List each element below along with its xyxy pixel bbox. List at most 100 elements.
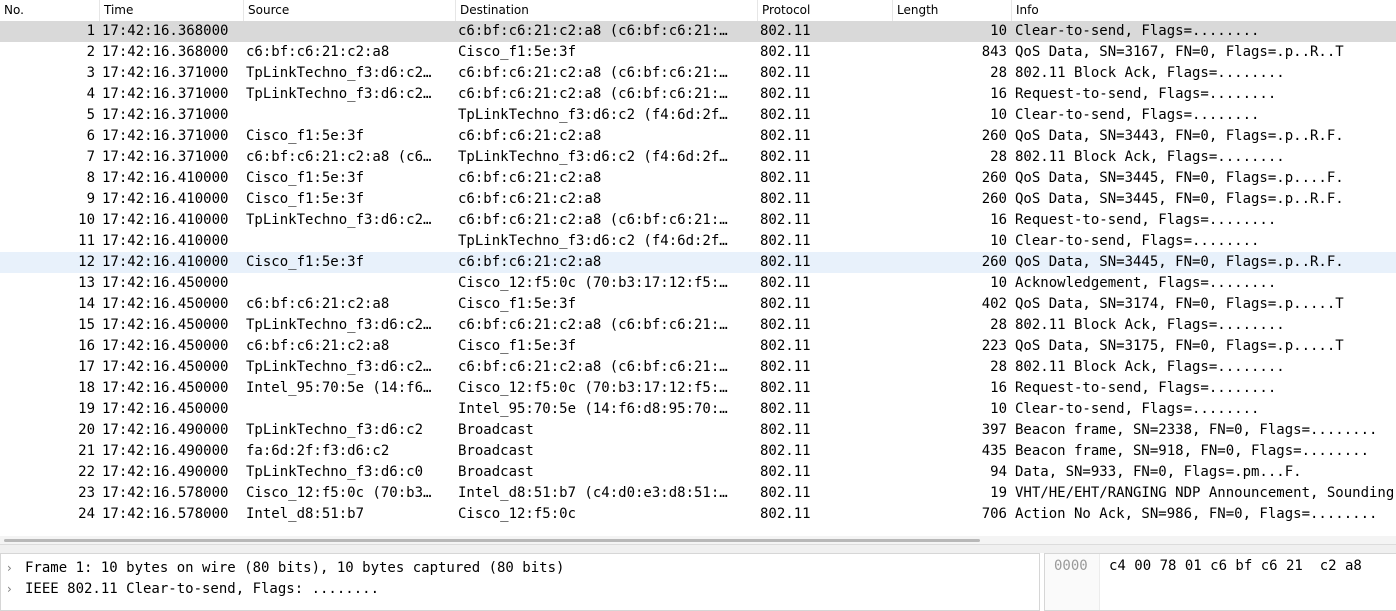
table-row[interactable]: 6 17:42:16.371000 Cisco_f1:5e:3f c6:bf:c6:2… bbox=[0, 126, 1396, 147]
table-row[interactable]: 24 17:42:16.578000 Intel_d8:51:b7 Cisco_12:… bbox=[0, 504, 1396, 525]
detail-row-frame[interactable]: › Frame 1: 10 bytes on wire (80 bits), 1… bbox=[1, 558, 1031, 579]
packet-bytes-pane[interactable]: 0000 c4 00 78 01 c6 bf c6 21 c2 a8 bbox=[1044, 553, 1396, 611]
column-header-time[interactable]: Time bbox=[100, 0, 244, 21]
cell-info: Clear-to-send, Flags=........ bbox=[1015, 401, 1260, 417]
cell-time: 17:42:16.450000 bbox=[102, 296, 229, 312]
table-row[interactable]: 4 17:42:16.371000 TpLinkTechno_f3:d6:c2… c6… bbox=[0, 84, 1396, 105]
pane-splitter[interactable] bbox=[0, 544, 1396, 553]
table-row[interactable]: 15 17:42:16.450000 TpLinkTechno_f3:d6:c2… c… bbox=[0, 315, 1396, 336]
cell-dst: c6:bf:c6:21:c2:a8 bbox=[458, 128, 602, 144]
cell-time: 17:42:16.450000 bbox=[102, 317, 229, 333]
packet-details-pane[interactable]: › Frame 1: 10 bytes on wire (80 bits), 1… bbox=[0, 553, 1040, 611]
cell-src: c6:bf:c6:21:c2:a8 (c6… bbox=[246, 149, 432, 165]
cell-time: 17:42:16.371000 bbox=[102, 107, 229, 123]
table-row[interactable]: 12 17:42:16.410000 Cisco_f1:5e:3f c6:bf:c6:… bbox=[0, 252, 1396, 273]
cell-dst: c6:bf:c6:21:c2:a8 bbox=[458, 191, 602, 207]
cell-dst: c6:bf:c6:21:c2:a8 (c6:bf:c6:21:… bbox=[458, 23, 728, 39]
packet-list-header: No. Time Source Destination Protocol Len… bbox=[0, 0, 1396, 22]
cell-len: 435 bbox=[981, 443, 1007, 459]
cell-info: Beacon frame, SN=918, FN=0, Flags=......… bbox=[1015, 443, 1370, 459]
cell-len: 10 bbox=[990, 233, 1007, 249]
cell-no: 5 bbox=[86, 107, 95, 123]
cell-dst: Broadcast bbox=[458, 443, 534, 459]
table-row[interactable]: 16 17:42:16.450000 c6:bf:c6:21:c2:a8 Cisco_… bbox=[0, 336, 1396, 357]
offset-column: 0000 bbox=[1045, 554, 1100, 610]
table-row[interactable]: 20 17:42:16.490000 TpLinkTechno_f3:d6:c2 Br… bbox=[0, 420, 1396, 441]
chevron-right-icon[interactable]: › bbox=[7, 558, 19, 579]
cell-dst: Cisco_12:f5:0c (70:b3:17:12:f5:… bbox=[458, 380, 728, 396]
table-row[interactable]: 10 17:42:16.410000 TpLinkTechno_f3:d6:c2… c… bbox=[0, 210, 1396, 231]
table-row[interactable]: 19 17:42:16.450000 Intel_95:70:5e (14:f6:d… bbox=[0, 399, 1396, 420]
column-header-info[interactable]: Info bbox=[1012, 0, 1396, 21]
table-row[interactable]: 14 17:42:16.450000 c6:bf:c6:21:c2:a8 Cisco_… bbox=[0, 294, 1396, 315]
table-row[interactable]: 5 17:42:16.371000 TpLinkTechno_f3:d6:c2 (f… bbox=[0, 105, 1396, 126]
cell-src: Cisco_f1:5e:3f bbox=[246, 191, 365, 207]
column-header-source[interactable]: Source bbox=[244, 0, 456, 21]
cell-time: 17:42:16.410000 bbox=[102, 233, 229, 249]
cell-no: 18 bbox=[78, 380, 95, 396]
table-row[interactable]: 23 17:42:16.578000 Cisco_12:f5:0c (70:b3… I… bbox=[0, 483, 1396, 504]
cell-len: 706 bbox=[981, 506, 1007, 522]
table-row[interactable]: 7 17:42:16.371000 c6:bf:c6:21:c2:a8 (c6… Tp… bbox=[0, 147, 1396, 168]
cell-src: TpLinkTechno_f3:d6:c2… bbox=[246, 65, 432, 81]
packet-list[interactable]: No. Time Source Destination Protocol Len… bbox=[0, 0, 1396, 544]
cell-no: 21 bbox=[78, 443, 95, 459]
cell-len: 223 bbox=[981, 338, 1007, 354]
cell-src: TpLinkTechno_f3:d6:c2… bbox=[246, 86, 432, 102]
cell-len: 16 bbox=[990, 86, 1007, 102]
cell-dst: Cisco_12:f5:0c (70:b3:17:12:f5:… bbox=[458, 275, 728, 291]
cell-no: 16 bbox=[78, 338, 95, 354]
cell-no: 22 bbox=[78, 464, 95, 480]
cell-len: 28 bbox=[990, 65, 1007, 81]
cell-len: 402 bbox=[981, 296, 1007, 312]
column-header-no[interactable]: No. bbox=[0, 0, 100, 21]
detail-row-ieee80211[interactable]: › IEEE 802.11 Clear-to-send, Flags: ....… bbox=[1, 579, 1031, 600]
column-header-length[interactable]: Length bbox=[893, 0, 1012, 21]
cell-dst: Cisco_f1:5e:3f bbox=[458, 296, 577, 312]
table-row[interactable]: 13 17:42:16.450000 Cisco_12:f5:0c (70:b3:1… bbox=[0, 273, 1396, 294]
scrollbar-thumb[interactable] bbox=[4, 539, 980, 542]
cell-time: 17:42:16.490000 bbox=[102, 422, 229, 438]
cell-time: 17:42:16.578000 bbox=[102, 485, 229, 501]
cell-no: 20 bbox=[78, 422, 95, 438]
cell-dst: Cisco_f1:5e:3f bbox=[458, 338, 577, 354]
cell-time: 17:42:16.490000 bbox=[102, 443, 229, 459]
cell-no: 10 bbox=[78, 212, 95, 228]
table-row[interactable]: 22 17:42:16.490000 TpLinkTechno_f3:d6:c0 Br… bbox=[0, 462, 1396, 483]
cell-no: 7 bbox=[86, 149, 95, 165]
cell-no: 13 bbox=[78, 275, 95, 291]
cell-len: 16 bbox=[990, 212, 1007, 228]
cell-time: 17:42:16.450000 bbox=[102, 401, 229, 417]
cell-len: 10 bbox=[990, 107, 1007, 123]
chevron-right-icon[interactable]: › bbox=[7, 579, 19, 600]
table-row[interactable]: 2 17:42:16.368000 c6:bf:c6:21:c2:a8 Cisco_f… bbox=[0, 42, 1396, 63]
cell-proto: 802.11 bbox=[760, 107, 811, 123]
cell-dst: TpLinkTechno_f3:d6:c2 (f4:6d:2f… bbox=[458, 107, 728, 123]
column-header-destination[interactable]: Destination bbox=[456, 0, 758, 21]
hex-bytes[interactable]: c4 00 78 01 c6 bf c6 21 c2 a8 bbox=[1109, 558, 1362, 574]
cell-time: 17:42:16.371000 bbox=[102, 86, 229, 102]
table-row[interactable]: 11 17:42:16.410000 TpLinkTechno_f3:d6:c2 (… bbox=[0, 231, 1396, 252]
cell-no: 12 bbox=[78, 254, 95, 270]
cell-proto: 802.11 bbox=[760, 464, 811, 480]
cell-proto: 802.11 bbox=[760, 422, 811, 438]
horizontal-scrollbar[interactable] bbox=[0, 536, 1396, 544]
cell-time: 17:42:16.450000 bbox=[102, 359, 229, 375]
table-row[interactable]: 3 17:42:16.371000 TpLinkTechno_f3:d6:c2… c6… bbox=[0, 63, 1396, 84]
cell-info: 802.11 Block Ack, Flags=........ bbox=[1015, 149, 1285, 165]
cell-no: 15 bbox=[78, 317, 95, 333]
table-row[interactable]: 17 17:42:16.450000 TpLinkTechno_f3:d6:c2… c… bbox=[0, 357, 1396, 378]
column-header-protocol[interactable]: Protocol bbox=[758, 0, 893, 21]
table-row[interactable]: 1 17:42:16.368000 c6:bf:c6:21:c2:a8 (c6:bf… bbox=[0, 21, 1396, 42]
cell-dst: Intel_95:70:5e (14:f6:d8:95:70:… bbox=[458, 401, 728, 417]
cell-src: TpLinkTechno_f3:d6:c2 bbox=[246, 422, 424, 438]
cell-time: 17:42:16.371000 bbox=[102, 149, 229, 165]
cell-dst: c6:bf:c6:21:c2:a8 (c6:bf:c6:21:… bbox=[458, 359, 728, 375]
table-row[interactable]: 9 17:42:16.410000 Cisco_f1:5e:3f c6:bf:c6:2… bbox=[0, 189, 1396, 210]
cell-len: 19 bbox=[990, 485, 1007, 501]
detail-row-label: IEEE 802.11 Clear-to-send, Flags: ......… bbox=[25, 581, 380, 597]
table-row[interactable]: 8 17:42:16.410000 Cisco_f1:5e:3f c6:bf:c6:2… bbox=[0, 168, 1396, 189]
table-row[interactable]: 18 17:42:16.450000 Intel_95:70:5e (14:f6… C… bbox=[0, 378, 1396, 399]
cell-info: QoS Data, SN=3443, FN=0, Flags=.p..R.F. bbox=[1015, 128, 1344, 144]
table-row[interactable]: 21 17:42:16.490000 fa:6d:2f:f3:d6:c2 Broadc… bbox=[0, 441, 1396, 462]
